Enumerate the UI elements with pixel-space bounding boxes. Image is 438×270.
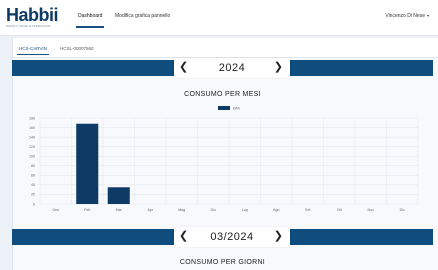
y-tick-label: 40 — [31, 183, 35, 187]
y-tick-label: 140 — [29, 135, 35, 139]
x-tick-label: Mar — [116, 208, 123, 212]
x-tick-label: Giu — [210, 208, 216, 212]
bar-mar — [107, 187, 130, 204]
y-tick-label: 120 — [29, 145, 35, 149]
device-tabs: HCS-CARVIN HCSL-00007560 — [13, 38, 438, 58]
logo-text: Habbii — [6, 5, 59, 25]
x-tick-label: Nov — [368, 208, 375, 212]
x-tick-label: Set — [305, 208, 310, 212]
chart-title: CONSUMO PER MESI — [184, 91, 261, 98]
user-name: Vincenzo Di Nese — [385, 13, 425, 19]
y-tick-label: 60 — [31, 174, 35, 178]
year-selector: ❮ 2024 ❯ — [174, 58, 290, 78]
x-tick-label: Lug — [242, 208, 248, 212]
y-tick-label: 180 — [29, 116, 35, 120]
next-month-arrow-icon[interactable]: ❯ — [274, 230, 283, 243]
tab-hcsl-00007560[interactable]: HCSL-00007560 — [60, 46, 94, 51]
second-chart-title: CONSUMO PER GIORNI — [179, 259, 266, 266]
bar-feb — [76, 123, 99, 204]
month-selector: ❮ 03/2024 ❯ — [174, 227, 290, 247]
y-tick-label: 80 — [31, 164, 35, 168]
y-tick-label: 100 — [29, 155, 35, 159]
y-tick-label: 0 — [33, 202, 35, 206]
x-tick-label: Apr — [147, 208, 153, 212]
monthly-consumption-chart: kWh 0 20 40 60 80 100 120 140 160 180 Gen Feb Mar Apr M… — [29, 106, 419, 212]
nav-modifica-grafica-pannello[interactable]: Modifica grafica pannello — [115, 13, 170, 19]
user-menu[interactable]: Vincenzo Di Nese ▾ — [385, 13, 429, 19]
y-tick-label: 20 — [31, 193, 35, 197]
tab-hcs-carvin[interactable]: HCS-CARVIN — [17, 46, 49, 55]
habbii-logo[interactable]: Habbii SMART HOME EXPERIENCE — [6, 6, 62, 32]
caret-down-icon: ▾ — [426, 13, 429, 18]
x-tick-label: Gen — [52, 208, 59, 212]
legend-label: kWh — [233, 107, 240, 111]
year-label: 2024 — [218, 62, 246, 74]
next-year-arrow-icon[interactable]: ❯ — [274, 61, 283, 74]
month-label: 03/2024 — [210, 231, 254, 243]
nav-dashboard[interactable]: Dashboard — [75, 13, 105, 28]
x-tick-label: Dic — [400, 208, 405, 212]
top-navbar: Habbii SMART HOME EXPERIENCE Dashboard M… — [0, 0, 438, 36]
x-tick-label: Feb — [84, 208, 90, 212]
x-tick-label: Ott — [337, 208, 342, 212]
legend-swatch — [218, 106, 230, 110]
x-tick-label: Mag — [178, 208, 185, 212]
y-tick-label: 160 — [29, 126, 35, 130]
x-tick-label: Ago — [273, 208, 279, 212]
